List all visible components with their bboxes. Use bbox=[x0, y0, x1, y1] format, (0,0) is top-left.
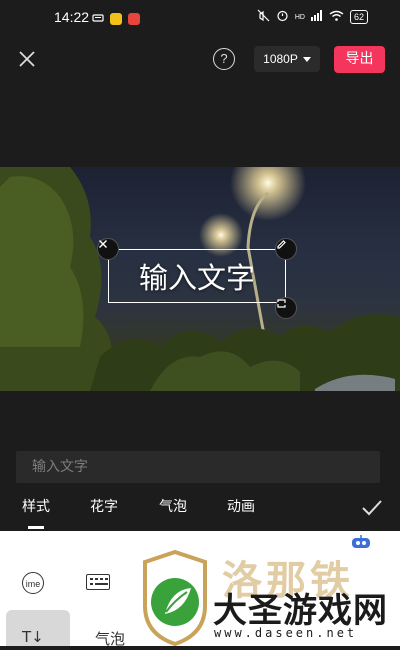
help-button[interactable]: ? bbox=[213, 48, 235, 70]
close-icon bbox=[99, 240, 107, 248]
rotate-icon bbox=[277, 299, 286, 308]
ime-switch-button[interactable]: ime bbox=[22, 572, 44, 594]
resolution-label: 1080P bbox=[263, 52, 298, 66]
watermark-url: www.daseen.net bbox=[214, 626, 358, 640]
tab-animation[interactable]: 动画 bbox=[227, 496, 255, 516]
status-time: 14:22 bbox=[54, 9, 90, 25]
signal-label: HD bbox=[294, 13, 305, 21]
status-bar: 14:22 HD 62 bbox=[0, 0, 400, 34]
tab-fancy-text[interactable]: 花字 bbox=[90, 496, 118, 516]
resolution-dropdown[interactable]: 1080P bbox=[254, 46, 320, 72]
checkmark-icon bbox=[362, 500, 382, 516]
text-input-field[interactable]: 输入文字 bbox=[16, 451, 380, 483]
edit-text-handle[interactable] bbox=[275, 238, 297, 260]
chevron-down-icon bbox=[302, 56, 311, 62]
app-notification-icon bbox=[110, 13, 122, 25]
tab-style[interactable]: 样式 bbox=[22, 496, 50, 516]
text-overlay-box[interactable]: 输入文字 bbox=[108, 249, 286, 303]
alarm-icon bbox=[276, 9, 289, 25]
mute-icon bbox=[257, 9, 270, 25]
editor-toolbar: ? 1080P 导出 bbox=[0, 34, 400, 86]
close-icon bbox=[19, 51, 35, 67]
export-button[interactable]: 导出 bbox=[334, 46, 385, 73]
tab-bubble[interactable]: 气泡 bbox=[159, 496, 187, 516]
keyboard-icon[interactable] bbox=[86, 574, 110, 590]
status-left-icons bbox=[92, 10, 140, 28]
overlay-text: 输入文字 bbox=[138, 261, 255, 295]
pencil-icon bbox=[277, 240, 286, 249]
keyboard-key-label: T↓ bbox=[22, 628, 44, 646]
message-icon bbox=[92, 10, 104, 28]
app-notification-icon bbox=[128, 13, 140, 25]
watermark-title: 大圣游戏网 bbox=[213, 591, 388, 631]
confirm-button[interactable] bbox=[360, 498, 384, 518]
rotate-scale-handle[interactable] bbox=[275, 297, 297, 319]
video-preview[interactable]: 输入文字 bbox=[0, 167, 400, 391]
status-right-icons: HD 62 bbox=[257, 9, 368, 25]
signal-icon bbox=[310, 10, 323, 24]
delete-text-handle[interactable] bbox=[97, 238, 119, 260]
wifi-icon bbox=[329, 10, 344, 24]
battery-indicator: 62 bbox=[349, 10, 368, 24]
active-tab-indicator bbox=[28, 526, 44, 529]
close-button[interactable] bbox=[16, 48, 38, 70]
style-tabs: 样式 花字 气泡 动画 bbox=[0, 496, 400, 529]
